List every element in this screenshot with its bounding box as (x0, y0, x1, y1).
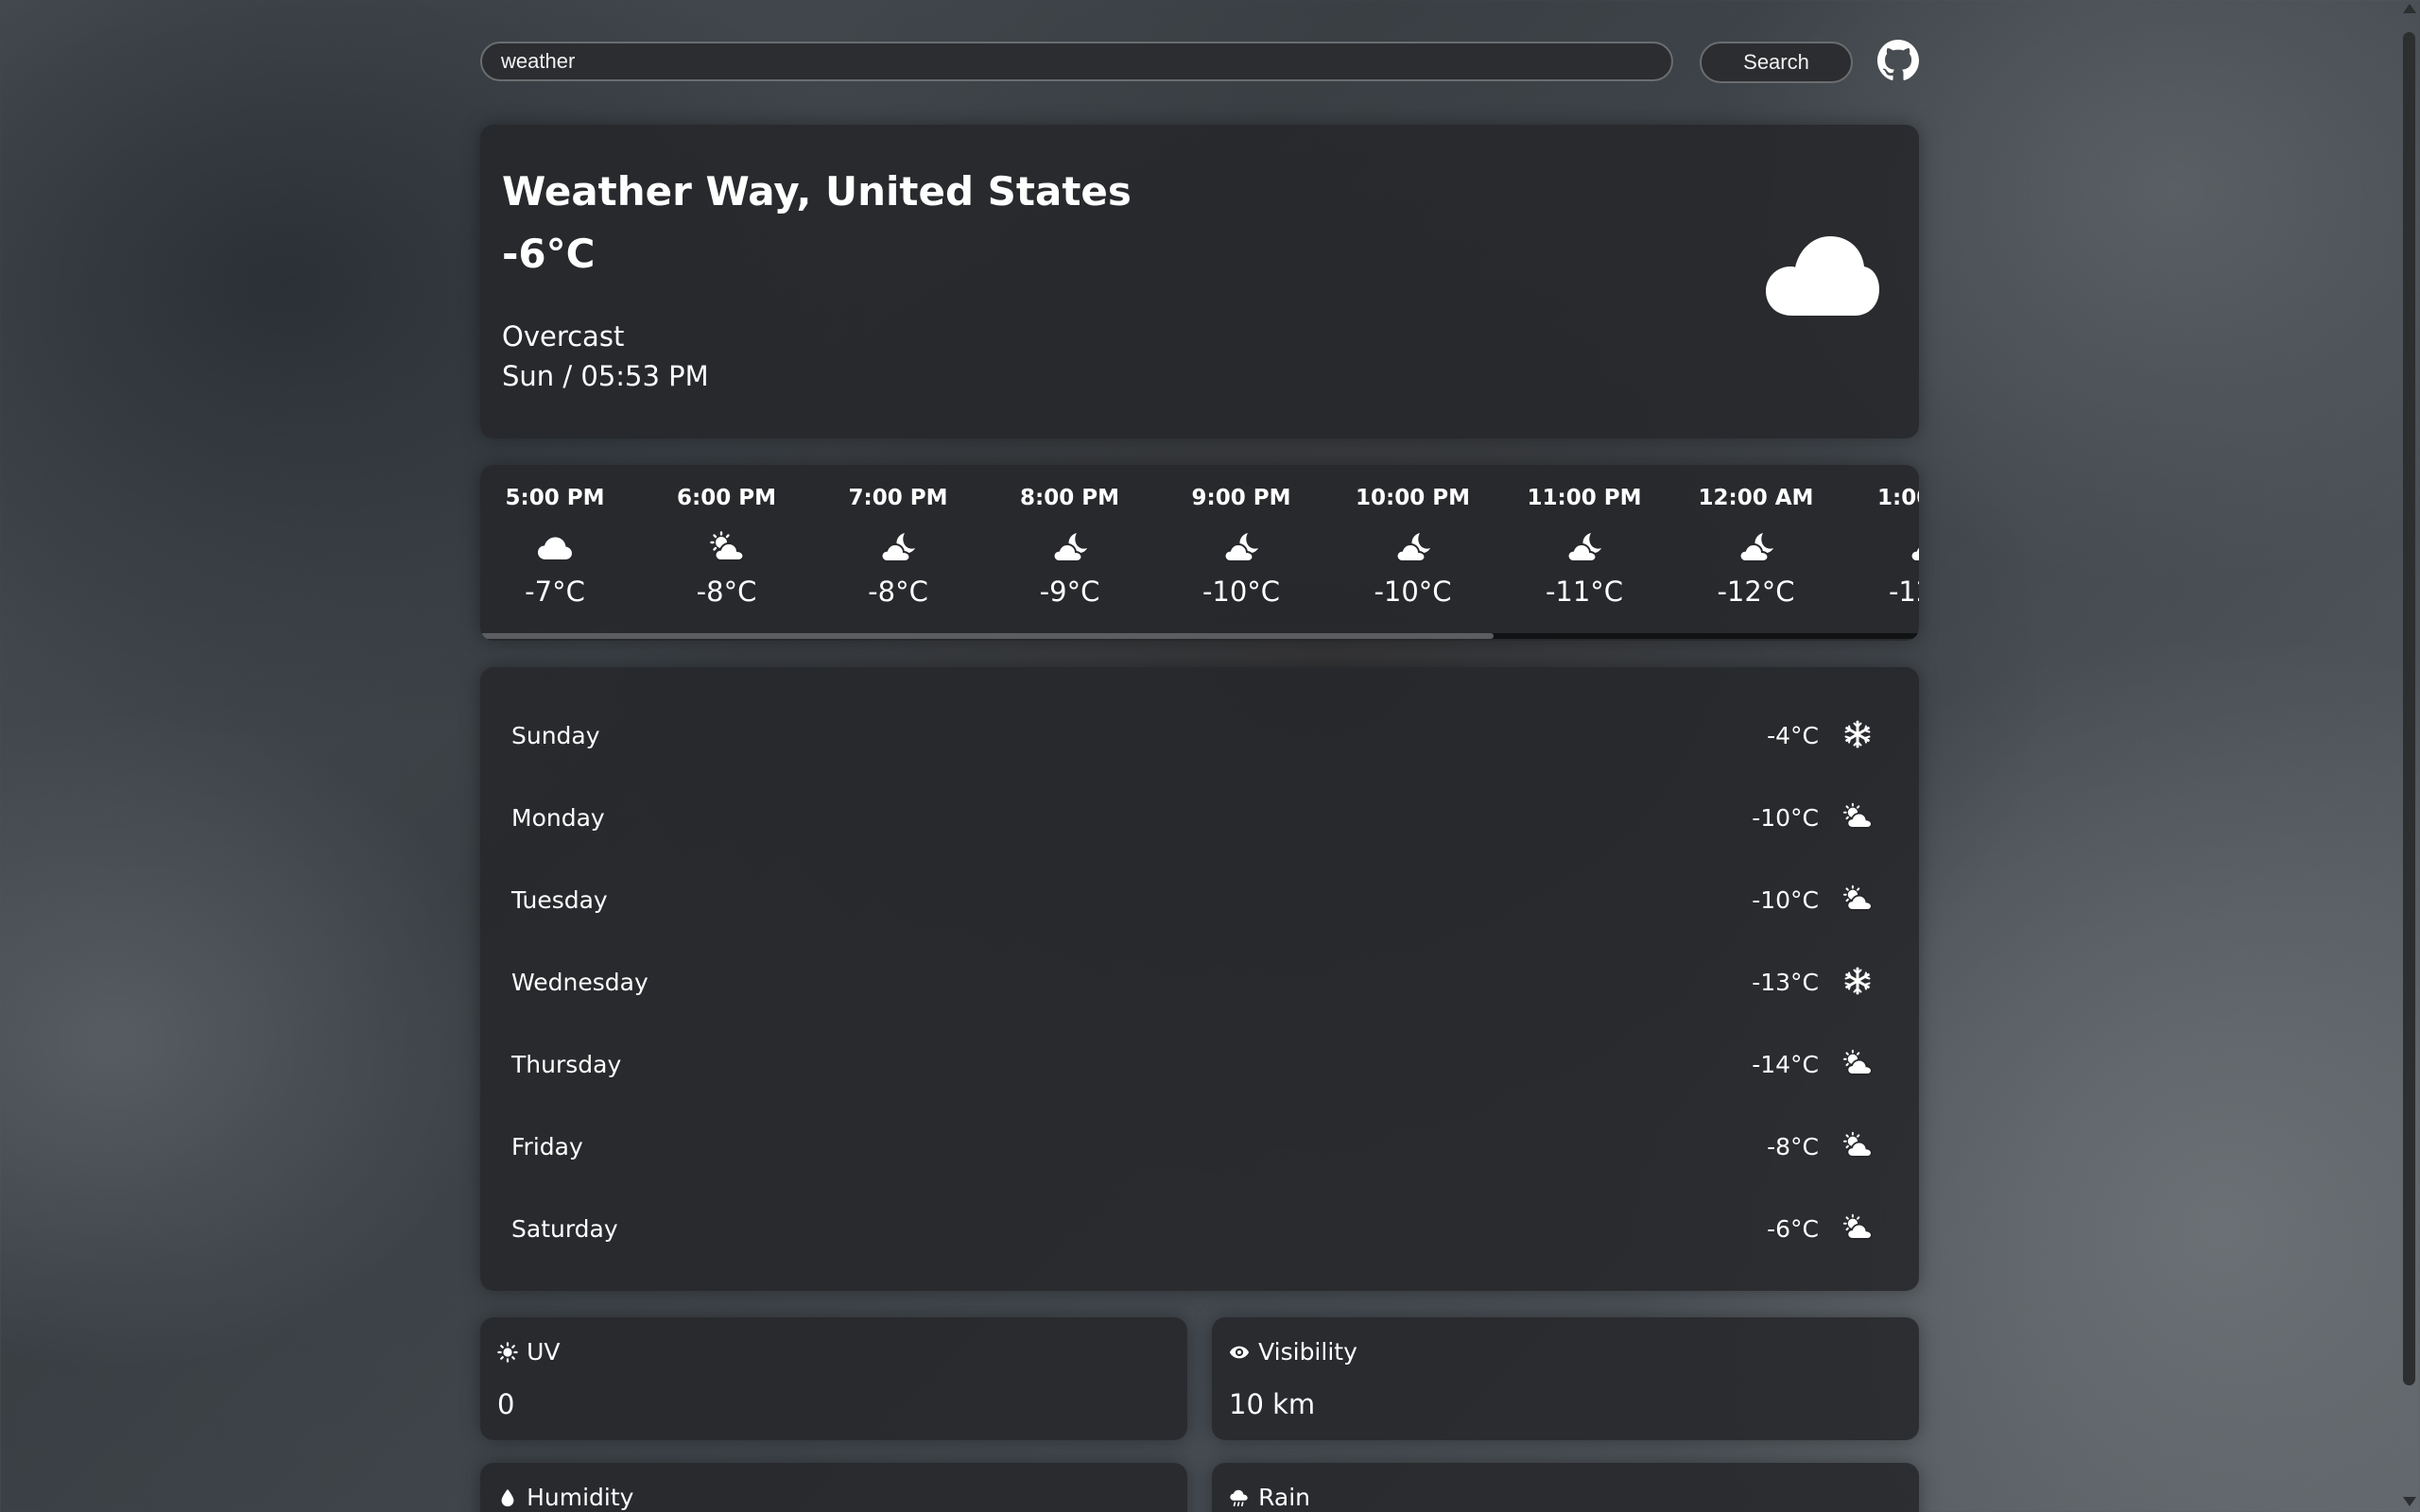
sun-cloud-icon (1841, 802, 1874, 831)
hourly-temp: -9°C (1039, 576, 1100, 608)
hourly-temp: -10°C (1374, 576, 1452, 608)
daily-day-name: Friday (511, 1133, 583, 1160)
daily-row: Thursday -14°C (480, 1038, 1919, 1094)
rain-cloud-icon (1230, 1489, 1248, 1506)
hourly-scrollbar[interactable] (480, 633, 1919, 639)
daily-temp: -6°C (1767, 1215, 1819, 1243)
hourly-temp: -7°C (525, 576, 585, 608)
daily-row: Tuesday -10°C (480, 873, 1919, 930)
hourly-item: 7:00 PM -8°C (812, 465, 984, 631)
daily-day-name: Thursday (511, 1051, 622, 1078)
hourly-time: 10:00 PM (1356, 486, 1470, 510)
droplet-icon (501, 1488, 514, 1506)
moon-cloud-icon (1909, 531, 1919, 563)
page-scrollbar[interactable] (2399, 0, 2420, 1512)
hourly-time: 6:00 PM (677, 486, 776, 510)
moon-cloud-icon (1051, 531, 1089, 563)
daily-day-name: Saturday (511, 1215, 618, 1243)
hourly-temp: -11°C (1545, 576, 1624, 608)
hourly-temp: -12°C (1888, 576, 1919, 608)
daily-temp: -8°C (1767, 1133, 1819, 1160)
hourly-item: 11:00 PM -11°C (1498, 465, 1670, 631)
daily-row: Wednesday -13°C (480, 955, 1919, 1012)
daily-temp: -10°C (1752, 804, 1819, 832)
hourly-time: 9:00 PM (1191, 486, 1291, 510)
github-icon[interactable] (1877, 40, 1919, 81)
scroll-up-arrow-icon[interactable] (2403, 4, 2416, 13)
uv-value: 0 (497, 1388, 515, 1420)
daily-row: Friday -8°C (480, 1120, 1919, 1177)
hourly-time: 5:00 PM (505, 486, 605, 510)
hourly-time: 12:00 AM (1698, 486, 1814, 510)
daily-row: Sunday -4°C (480, 709, 1919, 765)
sun-cloud-icon (1841, 1049, 1874, 1077)
uv-label: UV (527, 1338, 561, 1366)
current-temperature: -6°C (502, 231, 596, 277)
daily-temp: -13°C (1752, 969, 1819, 996)
hourly-temp: -12°C (1717, 576, 1795, 608)
daily-row: Monday -10°C (480, 791, 1919, 848)
rain-card: Rain (1212, 1463, 1919, 1512)
snowflake-icon (1841, 967, 1874, 995)
hourly-time: 1:00 AM (1877, 486, 1919, 510)
hourly-item: 10:00 PM -10°C (1327, 465, 1499, 631)
daily-day-name: Tuesday (511, 886, 608, 914)
daily-row: Saturday -6°C (480, 1202, 1919, 1259)
hourly-item: 8:00 PM -9°C (984, 465, 1156, 631)
sun-cloud-icon (1841, 885, 1874, 913)
cloud-icon (536, 531, 574, 563)
hourly-item: 1:00 AM -12°C (1841, 465, 1919, 631)
sun-cloud-icon (1841, 1213, 1874, 1242)
daily-day-name: Sunday (511, 722, 600, 749)
hourly-scrollbar-thumb[interactable] (480, 633, 1494, 639)
daily-temp: -10°C (1752, 886, 1819, 914)
daily-forecast-card: Sunday -4°C Monday -10°C Tuesday -10°C Wednesd… (480, 667, 1919, 1291)
hourly-temp: -8°C (868, 576, 928, 608)
visibility-value: 10 km (1229, 1388, 1316, 1420)
daily-temp: -4°C (1767, 722, 1819, 749)
search-button[interactable]: Search (1700, 42, 1853, 83)
humidity-label: Humidity (527, 1484, 634, 1511)
sun-cloud-icon (1841, 1131, 1874, 1160)
daily-temp: -14°C (1752, 1051, 1819, 1078)
hourly-forecast-card[interactable]: 5:00 PM -7°C 6:00 PM -8°C 7:00 PM -8°C 8:00 PM… (480, 465, 1919, 641)
current-condition: Overcast (502, 320, 625, 352)
daily-day-name: Wednesday (511, 969, 648, 996)
search-input[interactable] (480, 42, 1673, 81)
hourly-item: 5:00 PM -7°C (480, 465, 641, 631)
moon-cloud-icon (1394, 531, 1432, 563)
eye-icon (1229, 1346, 1250, 1358)
moon-cloud-icon (1565, 531, 1603, 563)
hourly-time: 7:00 PM (848, 486, 948, 510)
hourly-item: 9:00 PM -10°C (1155, 465, 1327, 631)
moon-cloud-icon (1737, 531, 1775, 563)
hourly-temp: -8°C (696, 576, 757, 608)
page-scrollbar-thumb[interactable] (2403, 32, 2415, 1385)
scroll-down-arrow-icon[interactable] (2403, 1497, 2416, 1506)
rain-label: Rain (1258, 1484, 1311, 1511)
cloud-icon (1766, 236, 1879, 316)
snowflake-icon (1841, 720, 1874, 748)
uv-card: UV 0 (480, 1317, 1187, 1440)
hourly-item: 12:00 AM -12°C (1670, 465, 1842, 631)
hourly-time: 8:00 PM (1020, 486, 1119, 510)
sun-icon (497, 1341, 518, 1363)
moon-cloud-icon (879, 531, 917, 563)
hourly-item: 6:00 PM -8°C (641, 465, 813, 631)
daily-day-name: Monday (511, 804, 605, 832)
current-weather-card: Weather Way, United States -6°C Overcast… (480, 125, 1919, 438)
location-title: Weather Way, United States (502, 168, 1132, 215)
moon-cloud-icon (1222, 531, 1260, 563)
humidity-card: Humidity (480, 1463, 1187, 1512)
visibility-card: Visibility 10 km (1212, 1317, 1919, 1440)
hourly-temp: -10°C (1201, 576, 1281, 608)
current-datetime: Sun / 05:53 PM (502, 360, 709, 392)
hourly-time: 11:00 PM (1527, 486, 1642, 510)
sun-cloud-icon (708, 531, 746, 563)
visibility-label: Visibility (1258, 1338, 1357, 1366)
